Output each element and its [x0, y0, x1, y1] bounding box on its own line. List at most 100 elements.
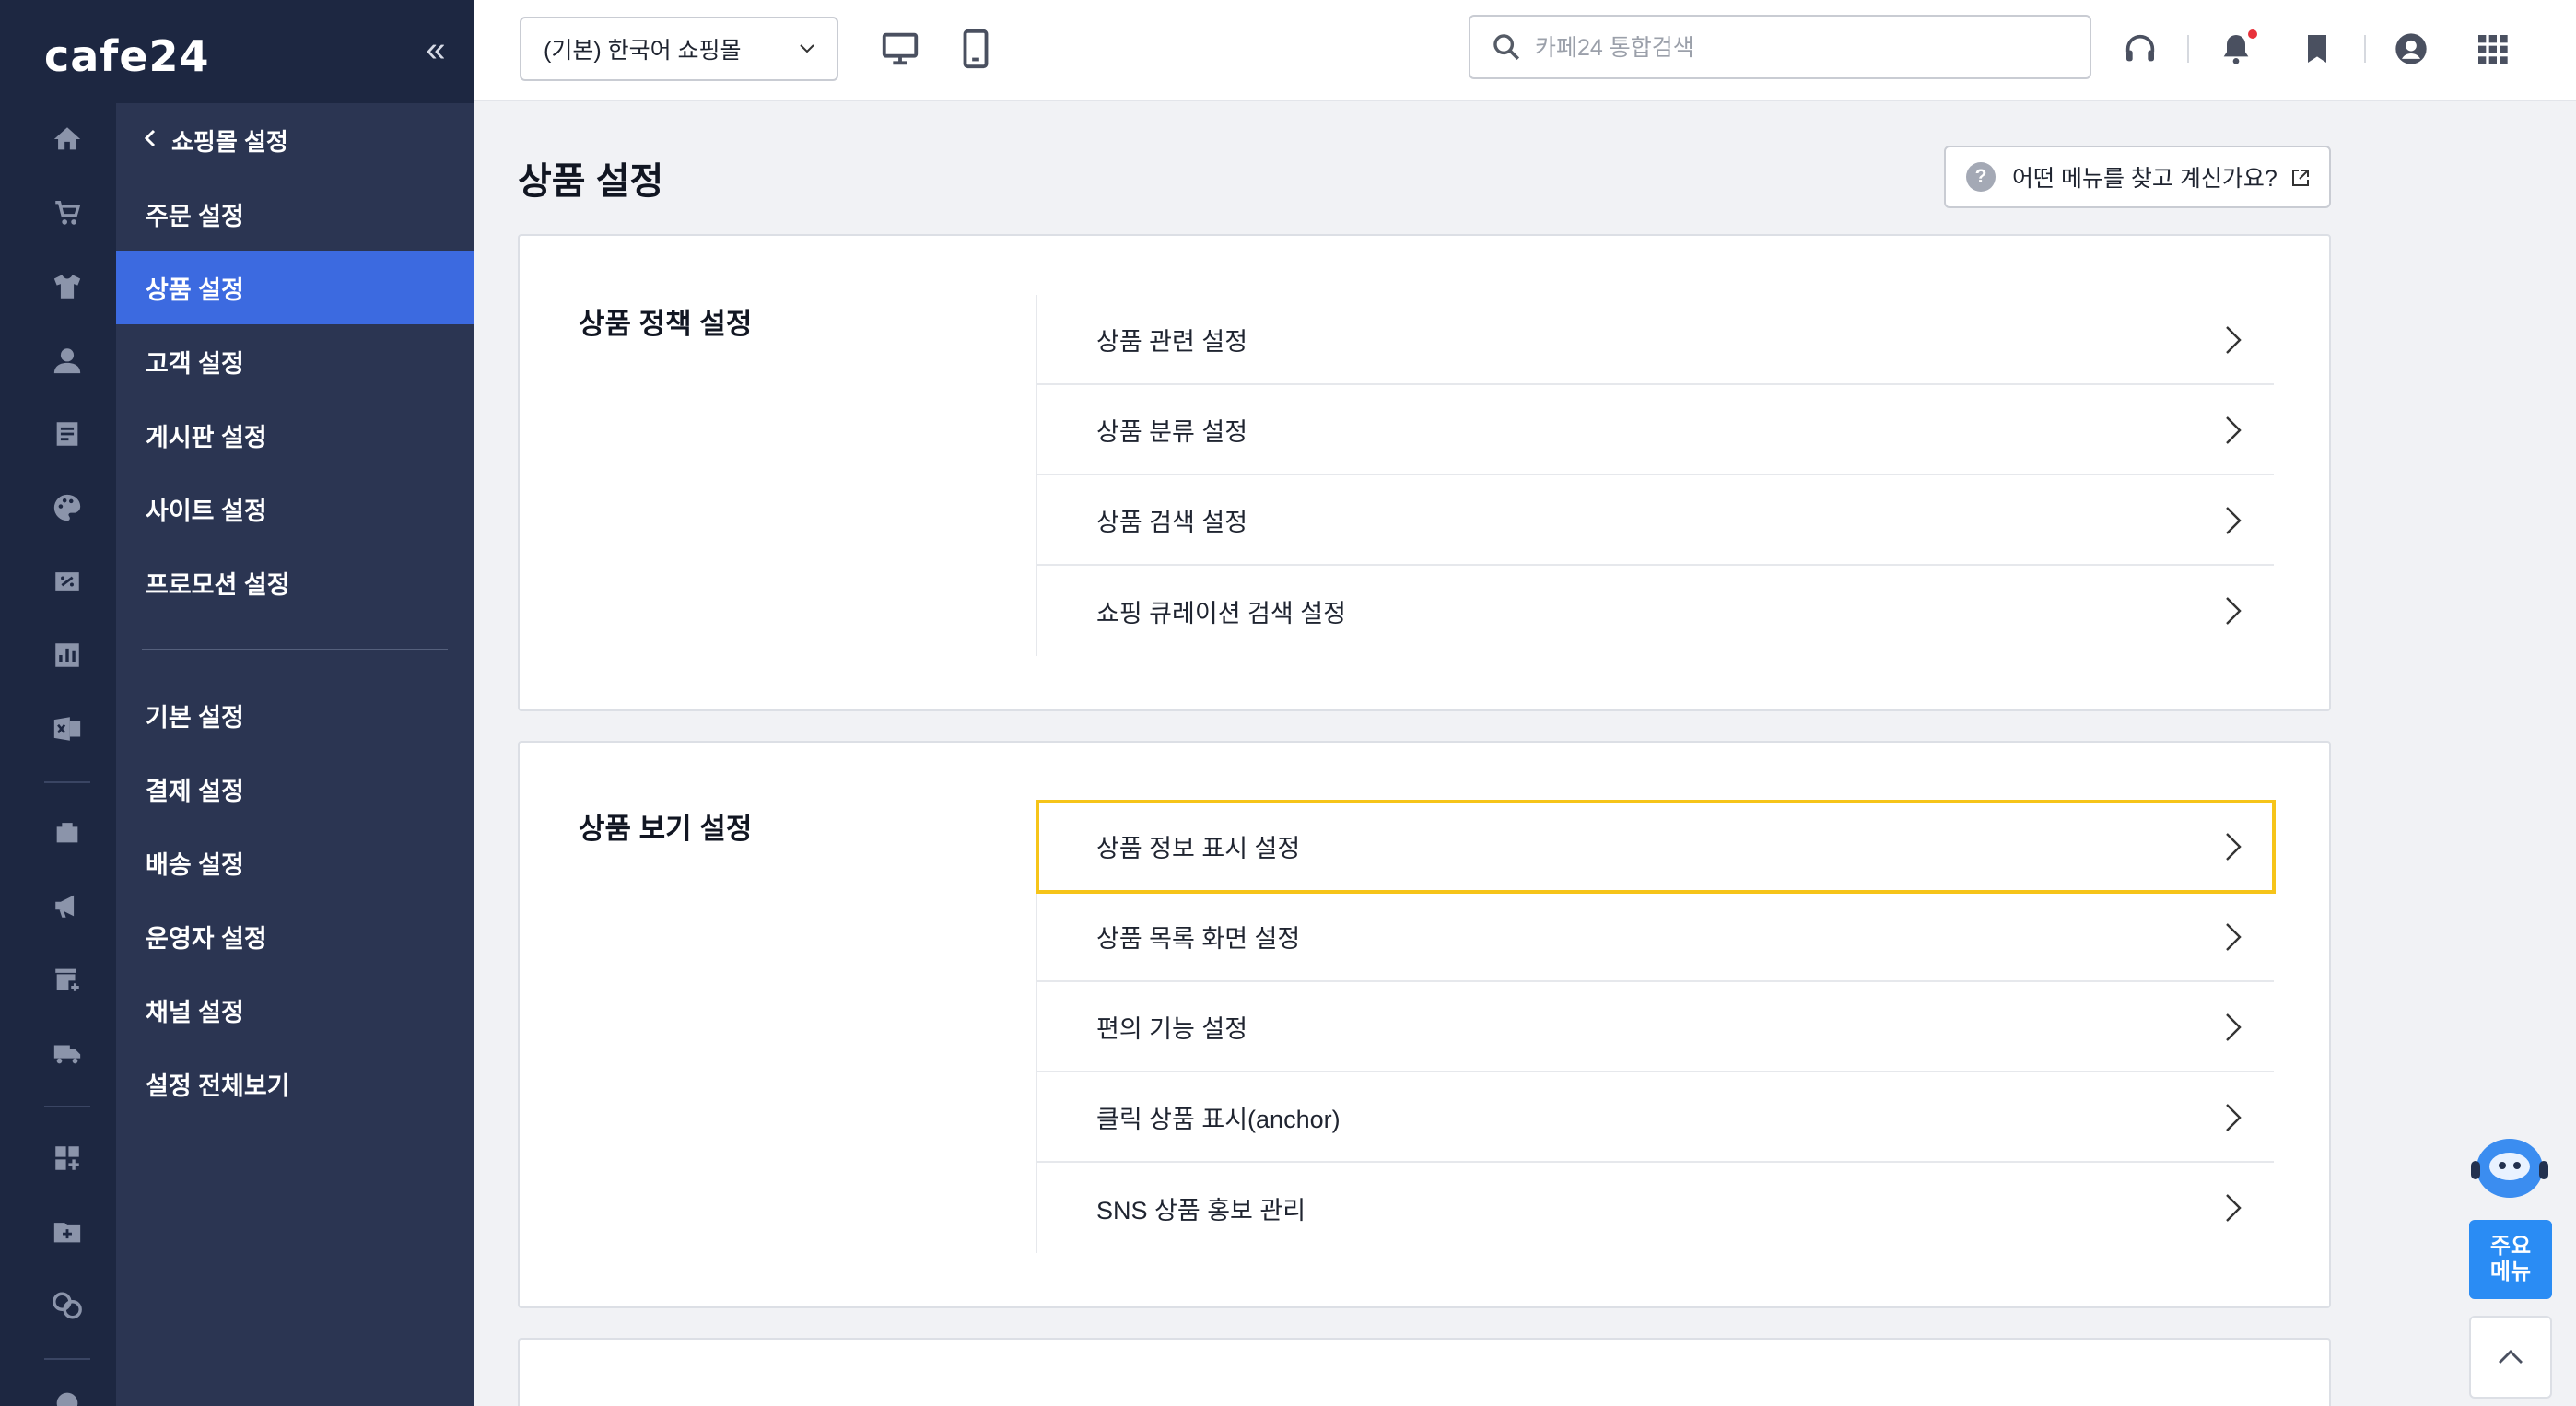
search-icon: [1493, 34, 1520, 61]
list-item-label: 쇼핑 큐레이션 검색 설정: [1096, 599, 1346, 627]
back-to-mall-settings[interactable]: 쇼핑몰 설정: [144, 122, 288, 158]
list-item-highlighted[interactable]: 상품 정보 표시 설정: [1036, 800, 2276, 894]
section-card-next: [518, 1338, 2331, 1406]
list-item[interactable]: 편의 기능 설정: [1037, 982, 2274, 1072]
list-item-label: 상품 분류 설정: [1096, 417, 1248, 446]
excel-icon[interactable]: [46, 708, 88, 750]
menu-help-button[interactable]: ? 어떤 메뉴를 찾고 계신가요?: [1944, 146, 2331, 208]
subnav-item-promotion[interactable]: 프로모션 설정: [116, 545, 474, 619]
list-item[interactable]: SNS 상품 홍보 관리: [1037, 1163, 2274, 1253]
cart-icon[interactable]: [46, 192, 88, 234]
megaphone-icon[interactable]: [46, 885, 88, 927]
shop-add-icon[interactable]: [46, 958, 88, 1001]
section-card-product-view: 상품 보기 설정 상품 정보 표시 설정 상품 목록 화면 설정 편의 기능 설…: [518, 741, 2331, 1308]
subnav-item-customer[interactable]: 고객 설정: [116, 324, 474, 398]
section-list: 상품 정보 표시 설정 상품 목록 화면 설정 편의 기능 설정 클릭 상품 표…: [1036, 800, 2276, 1253]
rail-divider-2: [44, 1106, 90, 1107]
subnav-item-all-settings[interactable]: 설정 전체보기: [116, 1047, 474, 1120]
chevron-left-icon: [144, 126, 157, 155]
gear-icon[interactable]: [46, 1382, 88, 1406]
question-icon: ?: [1966, 162, 1996, 192]
section-title: 상품 보기 설정: [579, 813, 753, 845]
folder-add-icon[interactable]: [46, 1211, 88, 1253]
quick-menu-button[interactable]: 주요 메뉴: [2469, 1220, 2552, 1299]
global-search[interactable]: [1469, 15, 2091, 79]
chevron-right-icon: [2226, 326, 2242, 354]
store-icon[interactable]: [46, 811, 88, 853]
chevron-down-icon: [800, 44, 814, 53]
top-bar: (기본) 한국어 쇼핑몰: [474, 0, 2576, 101]
section-title: 상품 정책 설정: [579, 308, 753, 340]
list-item-label: 클릭 상품 표시(anchor): [1096, 1105, 1341, 1133]
settings-subnav: 쇼핑몰 설정 주문 설정 상품 설정 고객 설정 게시판 설정 사이트 설정 프…: [116, 103, 474, 1406]
back-label: 쇼핑몰 설정: [171, 127, 288, 156]
list-item-label: 편의 기능 설정: [1096, 1014, 1248, 1043]
mall-select-value: (기본) 한국어 쇼핑몰: [544, 38, 742, 64]
external-link-icon: [2292, 170, 2309, 186]
chatbot-icon[interactable]: [2467, 1131, 2552, 1205]
rail-divider: [44, 781, 90, 783]
search-input[interactable]: [1535, 28, 2069, 68]
cafe24-logo[interactable]: cafe24: [44, 31, 210, 81]
list-item[interactable]: 상품 목록 화면 설정: [1037, 892, 2274, 982]
desktop-view-icon[interactable]: [879, 28, 921, 70]
user-icon[interactable]: [46, 339, 88, 381]
list-item-label: 상품 관련 설정: [1096, 327, 1248, 356]
quick-menu-label-1: 주요: [2489, 1234, 2532, 1259]
section-list: 상품 관련 설정 상품 분류 설정 상품 검색 설정 쇼핑 큐레이션 검색 설정: [1036, 295, 2274, 656]
apps-add-icon[interactable]: [46, 1137, 88, 1179]
promotion-icon[interactable]: [46, 560, 88, 603]
subnav-item-basic[interactable]: 기본 설정: [116, 678, 474, 752]
list-item[interactable]: 상품 분류 설정: [1037, 385, 2274, 475]
subnav-divider: [142, 649, 448, 650]
rail-divider-3: [44, 1358, 90, 1360]
mobile-view-icon[interactable]: [954, 28, 997, 70]
chevron-right-icon: [2226, 1013, 2242, 1041]
chevron-right-icon: [2226, 1104, 2242, 1131]
collapse-sidebar-button[interactable]: «: [420, 32, 451, 67]
subnav-item-channel[interactable]: 채널 설정: [116, 973, 474, 1047]
subnav-item-board[interactable]: 게시판 설정: [116, 398, 474, 472]
list-item[interactable]: 클릭 상품 표시(anchor): [1037, 1072, 2274, 1163]
list-item-label: 상품 목록 화면 설정: [1096, 924, 1301, 953]
subnav-item-payment[interactable]: 결제 설정: [116, 752, 474, 826]
home-icon[interactable]: [46, 118, 88, 160]
apps-grid-icon[interactable]: [2471, 28, 2513, 70]
subnav-item-shipping[interactable]: 배송 설정: [116, 826, 474, 899]
list-item[interactable]: 쇼핑 큐레이션 검색 설정: [1037, 566, 2274, 656]
chevron-right-icon: [2226, 597, 2242, 625]
subnav-item-order[interactable]: 주문 설정: [116, 177, 474, 251]
chevron-right-icon: [2226, 1194, 2242, 1222]
shirt-icon[interactable]: [46, 265, 88, 308]
section-card-product-policy: 상품 정책 설정 상품 관련 설정 상품 분류 설정 상품 검색 설정 쇼핑 큐…: [518, 234, 2331, 711]
bookmark-icon[interactable]: [2296, 28, 2338, 70]
chevron-right-icon: [2226, 833, 2242, 861]
mall-select[interactable]: (기본) 한국어 쇼핑몰: [520, 17, 838, 81]
list-item-label: SNS 상품 홍보 관리: [1096, 1196, 1306, 1224]
subnav-item-operator[interactable]: 운영자 설정: [116, 899, 474, 973]
list-item-label: 상품 정보 표시 설정: [1096, 834, 1301, 862]
list-item-label: 상품 검색 설정: [1096, 508, 1248, 536]
truck-icon[interactable]: [46, 1032, 88, 1074]
subnav-item-site[interactable]: 사이트 설정: [116, 472, 474, 545]
topbar-divider-2: [2364, 35, 2366, 63]
menu-help-label: 어떤 메뉴를 찾고 계신가요?: [2012, 166, 2277, 192]
account-icon[interactable]: [2390, 28, 2432, 70]
quick-menu-label-2: 메뉴: [2489, 1260, 2532, 1284]
list-item[interactable]: 상품 관련 설정: [1037, 295, 2274, 385]
notification-dot: [2248, 29, 2257, 39]
board-icon[interactable]: [46, 413, 88, 455]
headset-icon[interactable]: [2119, 28, 2161, 70]
page-title: 상품 설정: [518, 161, 664, 202]
copy-icon[interactable]: [46, 1284, 88, 1327]
palette-icon[interactable]: [46, 486, 88, 529]
chart-icon[interactable]: [46, 634, 88, 676]
chevron-right-icon: [2226, 923, 2242, 951]
chevron-up-icon: [2499, 1350, 2523, 1364]
topbar-divider: [2187, 35, 2189, 63]
list-item[interactable]: 상품 검색 설정: [1037, 475, 2274, 566]
scroll-to-top-button[interactable]: [2469, 1316, 2552, 1399]
chevron-right-icon: [2226, 416, 2242, 444]
chevron-right-icon: [2226, 507, 2242, 534]
subnav-item-product[interactable]: 상품 설정: [116, 251, 474, 324]
